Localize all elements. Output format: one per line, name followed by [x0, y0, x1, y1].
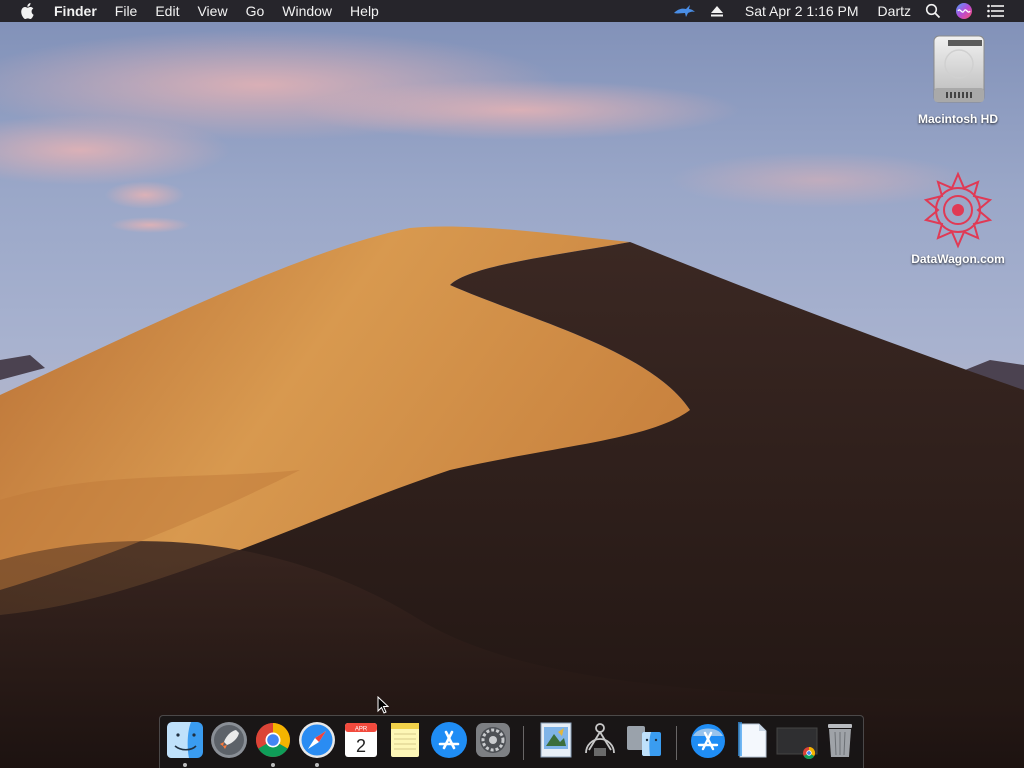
dock-launchpad[interactable]	[209, 720, 249, 760]
launchpad-icon	[211, 722, 247, 758]
dock-calendar[interactable]: APR 2	[341, 720, 381, 760]
bird-icon[interactable]	[665, 0, 703, 22]
calendar-icon: APR 2	[345, 723, 377, 757]
menu-bar: Finder File Edit View Go Window Help Sat…	[0, 0, 1024, 22]
dock-separator	[523, 726, 524, 760]
running-indicator	[315, 763, 319, 767]
eject-icon[interactable]	[703, 0, 731, 22]
desktop-icon-label: DataWagon.com	[911, 252, 1005, 266]
dock-safari[interactable]	[297, 720, 337, 760]
safari-icon	[299, 722, 335, 758]
dock-separator	[676, 726, 677, 760]
trash-icon	[828, 724, 852, 757]
menu-window[interactable]: Window	[273, 0, 341, 22]
menu-bar-right: Sat Apr 2 1:16 PM Dartz	[665, 0, 1024, 22]
hard-drive-icon	[933, 35, 985, 103]
menu-user[interactable]: Dartz	[866, 0, 918, 22]
app-store-folder-icon	[691, 724, 725, 758]
calendar-day: 2	[356, 736, 366, 756]
app-store-icon	[431, 722, 467, 758]
chrome-window-icon	[776, 727, 818, 760]
datawagon-logo-icon	[923, 171, 993, 249]
dock-directory-utility[interactable]	[580, 720, 620, 760]
menu-bar-left: Finder File Edit View Go Window Help	[0, 0, 388, 22]
menu-edit[interactable]: Edit	[146, 0, 188, 22]
dock-preview[interactable]	[536, 720, 576, 760]
running-indicator	[271, 763, 275, 767]
preview-icon	[540, 722, 572, 758]
spotlight-search-icon[interactable]	[918, 0, 948, 22]
menu-file[interactable]: File	[106, 0, 147, 22]
menu-help[interactable]: Help	[341, 0, 388, 22]
system-preferences-icon	[476, 723, 510, 757]
calendar-month: APR	[355, 727, 368, 733]
dock-system-preferences[interactable]	[473, 720, 513, 760]
mouse-cursor-icon	[377, 696, 389, 714]
chrome-icon	[256, 723, 290, 757]
dock-migration-assistant[interactable]	[624, 720, 664, 760]
menu-clock[interactable]: Sat Apr 2 1:16 PM	[731, 0, 866, 22]
running-indicator	[183, 763, 187, 767]
apple-icon[interactable]	[14, 0, 40, 22]
desktop-wallpaper	[0, 0, 1024, 768]
finder-icon	[167, 722, 203, 758]
menu-view[interactable]: View	[188, 0, 236, 22]
documents-stack-icon	[738, 722, 767, 758]
menu-app-finder[interactable]: Finder	[52, 0, 106, 22]
dock-app-store[interactable]	[429, 720, 469, 760]
dock-chrome[interactable]	[253, 720, 293, 760]
dock-chrome-window[interactable]	[776, 720, 818, 760]
siri-icon[interactable]	[948, 0, 980, 22]
notification-center-icon[interactable]	[980, 0, 1012, 22]
dock: APR 2	[159, 715, 864, 768]
dock-notes[interactable]	[385, 720, 425, 760]
desktop-icon-datawagon[interactable]: DataWagon.com	[903, 170, 1013, 266]
desktop-icon-macintosh-hd[interactable]: Macintosh HD	[903, 30, 1013, 126]
menu-go[interactable]: Go	[237, 0, 274, 22]
dock-app-store-folder[interactable]	[688, 720, 728, 760]
notes-icon	[391, 723, 419, 757]
dock-finder[interactable]	[165, 720, 205, 760]
dock-trash[interactable]	[820, 720, 860, 760]
desktop-icon-label: Macintosh HD	[917, 112, 998, 126]
migration-assistant-icon	[627, 726, 661, 756]
directory-utility-icon	[585, 723, 615, 756]
dock-documents-stack[interactable]	[732, 720, 772, 760]
